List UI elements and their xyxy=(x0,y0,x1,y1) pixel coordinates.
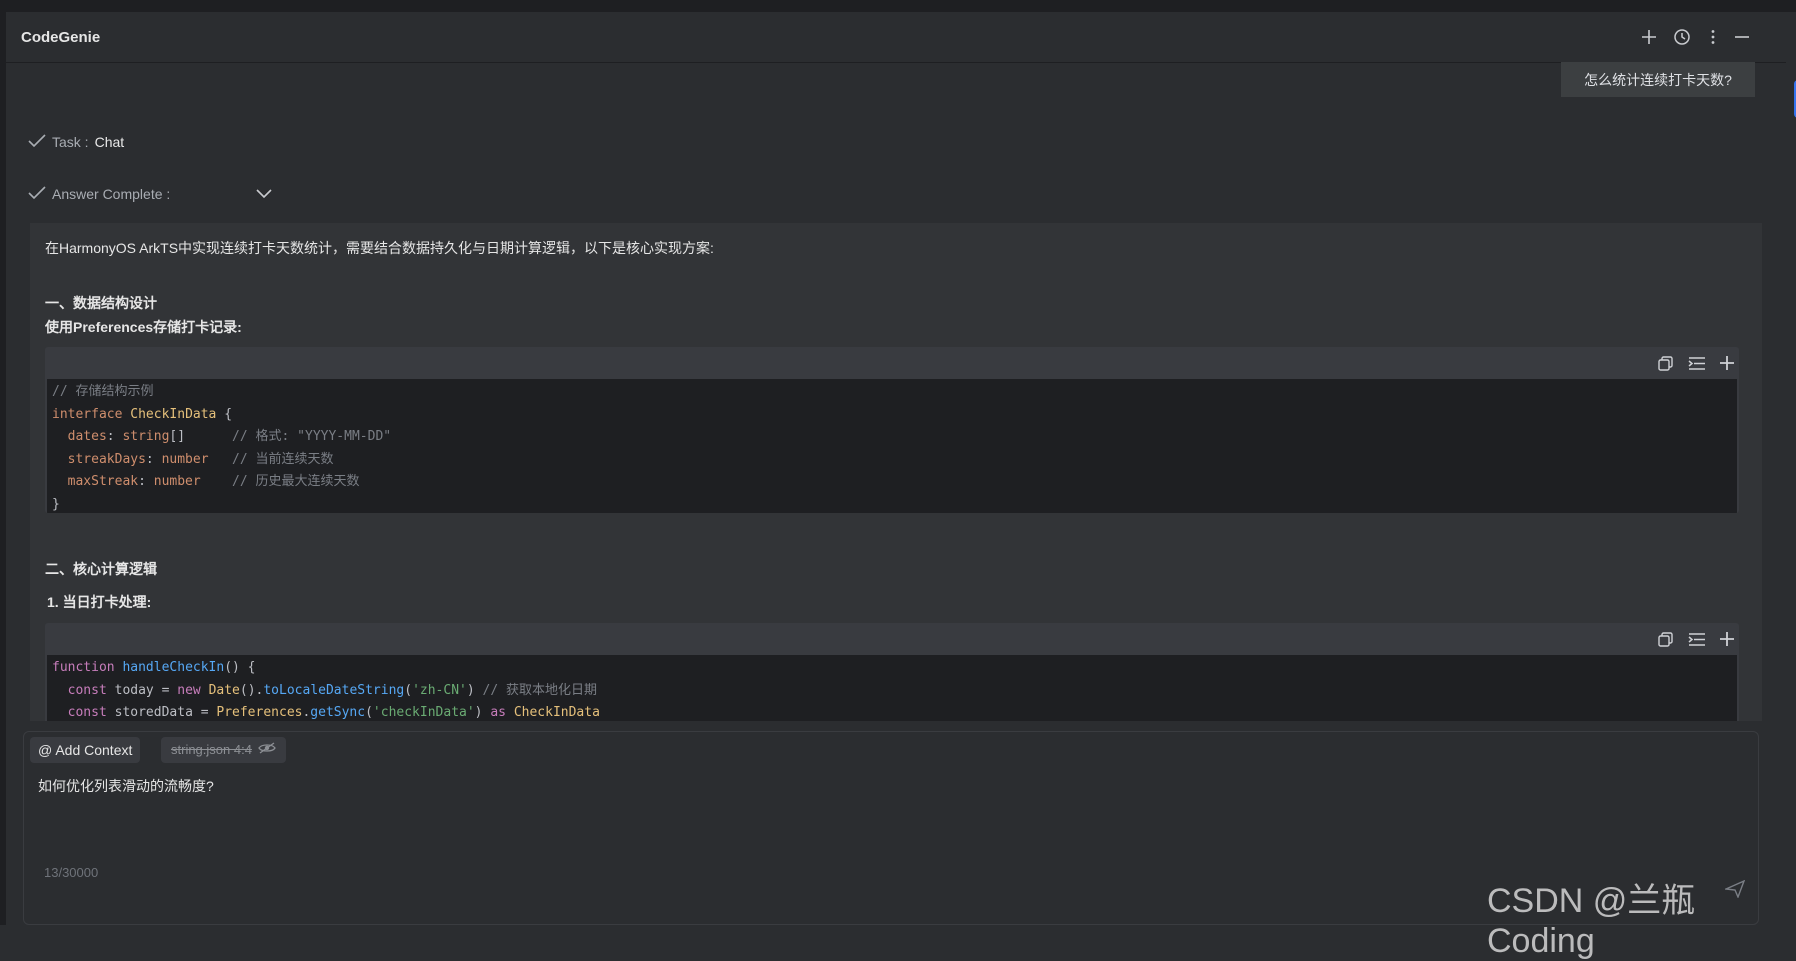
code-content: function handleCheckIn() { const today =… xyxy=(47,655,1737,721)
answer-content: 在HarmonyOS ArkTS中实现连续打卡天数统计，需要结合数据持久化与日期… xyxy=(30,223,1762,721)
code-comment: // 格式: "YYYY-MM-DD" xyxy=(185,429,392,444)
code-punct: [] xyxy=(169,429,186,444)
code-comment: // 历史最大连续天数 xyxy=(200,474,360,489)
check-icon xyxy=(28,133,46,151)
code-keyword: const xyxy=(52,705,107,720)
context-file-chip[interactable]: string.json 4:4 xyxy=(161,737,286,763)
code-keyword: function xyxy=(52,660,115,675)
top-strip xyxy=(0,0,1796,12)
chevron-down-icon[interactable] xyxy=(256,186,272,202)
code-prop: streakDays xyxy=(52,451,146,467)
code-prop: maxStreak xyxy=(52,474,139,489)
code-punct: { xyxy=(216,406,233,422)
code-type: Preferences xyxy=(216,705,303,720)
add-icon[interactable] xyxy=(1717,629,1737,649)
csdn-watermark: CSDN @兰瓶Coding xyxy=(1487,882,1696,960)
add-context-button[interactable]: @ Add Context xyxy=(30,737,141,763)
code-keyword: as xyxy=(490,705,506,720)
code-var: today = xyxy=(106,682,178,698)
code-comment: // 存储结构示例 xyxy=(52,384,154,399)
code-function: toLocaleDateString xyxy=(263,682,405,698)
code-type: number xyxy=(161,451,209,467)
code-punct: } xyxy=(52,496,60,512)
code-type: CheckInData xyxy=(513,705,600,720)
minimize-icon[interactable] xyxy=(1729,24,1755,50)
code-type: string xyxy=(122,429,170,444)
insert-icon[interactable] xyxy=(1687,353,1707,373)
section1-heading: 一、数据结构设计 xyxy=(45,295,157,311)
chat-input-text[interactable]: 如何优化列表滑动的流畅度? xyxy=(38,776,214,796)
code-type: CheckInData xyxy=(130,406,217,422)
code-keyword: new xyxy=(177,682,201,698)
code-function: handleCheckIn xyxy=(122,660,225,675)
section1-desc: 使用Preferences存储打卡记录: xyxy=(45,319,242,335)
section2-subheading: 1. 当日打卡处理: xyxy=(47,594,152,610)
add-icon[interactable] xyxy=(1717,353,1737,373)
code-string: 'checkInData' xyxy=(372,705,475,720)
code-block: function handleCheckIn() { const today =… xyxy=(45,623,1739,721)
more-vertical-icon[interactable] xyxy=(1700,24,1726,50)
code-type: number xyxy=(153,474,201,489)
panel-header: CodeGenie xyxy=(6,12,1786,63)
code-keyword: const xyxy=(52,682,107,698)
task-label: Task : xyxy=(52,134,89,150)
eye-off-icon[interactable] xyxy=(258,737,276,763)
answer-status-label: Answer Complete : xyxy=(52,186,171,202)
char-counter: 13/30000 xyxy=(44,865,99,880)
code-block: // 存储结构示例 interface CheckInData { dates:… xyxy=(45,347,1739,513)
copy-icon[interactable] xyxy=(1655,629,1675,649)
code-punct: () { xyxy=(224,660,256,675)
code-string: 'zh-CN' xyxy=(412,682,467,698)
task-value: Chat xyxy=(94,134,125,150)
code-var: storedData = xyxy=(106,705,217,720)
code-type: Date xyxy=(208,682,240,698)
history-icon[interactable] xyxy=(1669,24,1695,50)
code-prop: dates xyxy=(52,429,107,444)
task-status-row: Task : Chat xyxy=(28,130,124,154)
code-keyword: interface xyxy=(52,406,123,422)
user-message-bubble: 怎么统计连续打卡天数? xyxy=(1561,62,1755,97)
code-content: // 存储结构示例 interface CheckInData { dates:… xyxy=(47,379,1737,513)
section2-heading: 二、核心计算逻辑 xyxy=(45,561,157,577)
check-icon xyxy=(28,185,46,203)
plus-icon[interactable] xyxy=(1636,24,1662,50)
context-file-name: string.json 4:4 xyxy=(171,742,252,757)
code-function: getSync xyxy=(310,705,366,720)
answer-intro: 在HarmonyOS ArkTS中实现连续打卡天数统计，需要结合数据持久化与日期… xyxy=(45,240,714,256)
insert-icon[interactable] xyxy=(1687,629,1707,649)
code-toolbar xyxy=(45,347,1739,379)
copy-icon[interactable] xyxy=(1655,353,1675,373)
code-toolbar xyxy=(45,623,1739,655)
answer-status-row: Answer Complete : xyxy=(28,182,272,206)
code-comment: // 当前连续天数 xyxy=(208,451,334,467)
code-comment: // 获取本地化日期 xyxy=(482,682,598,698)
panel-title: CodeGenie xyxy=(21,29,101,46)
